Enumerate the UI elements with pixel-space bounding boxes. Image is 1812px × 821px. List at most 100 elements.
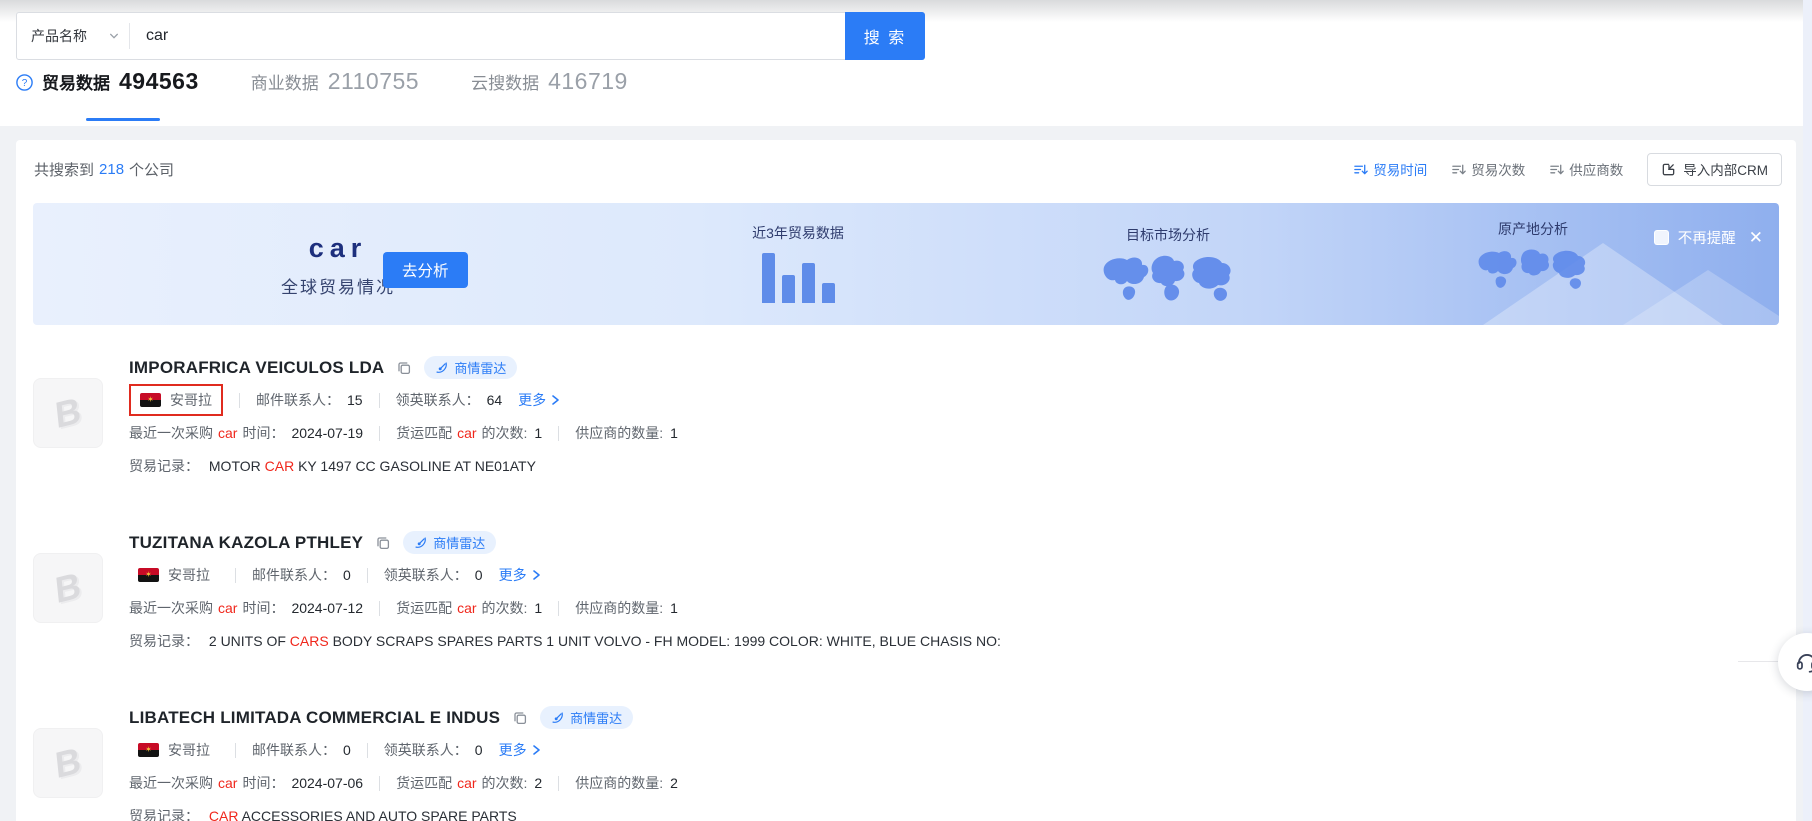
email-contacts-value: 15 xyxy=(347,392,363,408)
divider xyxy=(558,426,559,441)
copy-icon[interactable] xyxy=(512,710,528,726)
record-keyword: CARS xyxy=(290,633,329,649)
sort-icon xyxy=(1451,162,1466,177)
active-tab-underline xyxy=(86,118,160,121)
company-logo-placeholder[interactable]: B xyxy=(33,553,103,623)
country-highlight-box[interactable]: ✶ 安哥拉 xyxy=(129,384,223,416)
headset-icon xyxy=(1794,649,1812,675)
trade-record-text: 2 UNITS OF CARS BODY SCRAPS SPARES PARTS… xyxy=(209,633,1001,649)
last-purchase-label: 最近一次采购 xyxy=(129,598,213,618)
time-label: 时间： xyxy=(242,423,284,443)
linkedin-contacts-label: 领英联系人： xyxy=(384,740,468,760)
company-name[interactable]: IMPORAFRICA VEICULOS LDA xyxy=(129,358,384,378)
sort-trade-count[interactable]: 贸易次数 xyxy=(1451,159,1525,179)
company-logo-placeholder[interactable]: B xyxy=(33,378,103,448)
tab-label: 云搜数据 xyxy=(471,69,539,94)
copy-icon[interactable] xyxy=(375,535,391,551)
email-contacts-label: 邮件联系人： xyxy=(256,390,340,410)
tab-label: 商业数据 xyxy=(251,69,319,94)
supplier-count-value: 1 xyxy=(670,425,678,441)
last-purchase-label: 最近一次采购 xyxy=(129,423,213,443)
keyword-red: car xyxy=(218,600,237,616)
business-radar-badge[interactable]: 商情雷达 xyxy=(540,706,633,729)
match-label: 货运匹配 xyxy=(396,598,452,618)
logo-glyph: B xyxy=(53,564,83,612)
found-suffix: 个公司 xyxy=(129,159,174,180)
record-keyword: CAR xyxy=(265,458,295,474)
more-link[interactable]: 更多 xyxy=(499,740,542,760)
supplier-label: 供应商的数量: xyxy=(575,773,663,793)
banner-close-icon[interactable]: ✕ xyxy=(1749,229,1763,246)
import-icon xyxy=(1661,162,1676,177)
sort-label: 供应商数 xyxy=(1569,159,1623,179)
search-input[interactable] xyxy=(130,13,846,59)
time-label: 时间： xyxy=(242,598,284,618)
more-label: 更多 xyxy=(499,740,527,760)
copy-icon[interactable] xyxy=(396,360,412,376)
dont-remind-checkbox[interactable] xyxy=(1654,230,1669,245)
sort-trade-time[interactable]: 贸易时间 xyxy=(1353,159,1427,179)
search-category-select[interactable]: 产品名称 xyxy=(17,13,129,59)
company-name[interactable]: LIBATECH LIMITADA COMMERCIAL E INDUS xyxy=(129,708,500,728)
chevron-right-icon xyxy=(530,569,542,581)
feature-label: 目标市场分析 xyxy=(1088,225,1248,245)
world-map-icon xyxy=(1474,245,1592,295)
mini-bar xyxy=(802,263,815,303)
divider xyxy=(558,776,559,791)
import-crm-button[interactable]: 导入内部CRM xyxy=(1647,153,1782,186)
company-card-body: TUZITANA KAZOLA PTHLEY 商情雷达 ✶ 安哥拉 xyxy=(129,531,1779,651)
more-link[interactable]: 更多 xyxy=(499,565,542,585)
tab-cloud-search-data[interactable]: 云搜数据 416719 xyxy=(471,68,628,95)
tab-count: 2110755 xyxy=(328,68,419,95)
company-name[interactable]: TUZITANA KAZOLA PTHLEY xyxy=(129,533,363,553)
linkedin-contacts-label: 领英联系人： xyxy=(396,390,480,410)
feature-label: 近3年贸易数据 xyxy=(728,223,868,243)
company-card: B IMPORAFRICA VEICULOS LDA 商情雷达 ✶ 安哥拉 xyxy=(33,328,1779,503)
search-category-label: 产品名称 xyxy=(31,26,87,46)
supplier-count-value: 2 xyxy=(670,775,678,791)
country-box: ✶ 安哥拉 xyxy=(129,736,219,764)
company-logo-placeholder[interactable]: B xyxy=(33,728,103,798)
banner-dismiss: 不再提醒 ✕ xyxy=(1654,227,1763,248)
question-icon[interactable]: ? xyxy=(16,74,33,91)
data-tabs: ? 贸易数据 494563 商业数据 2110755 云搜数据 416719 xyxy=(16,68,628,95)
analyze-button[interactable]: 去分析 xyxy=(383,252,468,288)
feature-origin-analysis: 原产地分析 xyxy=(1458,219,1608,300)
country-box: ✶ 安哥拉 xyxy=(129,561,219,589)
match-suffix-label: 的次数: xyxy=(482,423,528,443)
search-button[interactable]: 搜 索 xyxy=(845,12,925,60)
divider xyxy=(239,393,240,408)
trade-record-label: 贸易记录： xyxy=(129,633,199,649)
last-purchase-label: 最近一次采购 xyxy=(129,773,213,793)
company-card-body: LIBATECH LIMITADA COMMERCIAL E INDUS 商情雷… xyxy=(129,706,1779,821)
country-name: 安哥拉 xyxy=(170,390,212,410)
more-link[interactable]: 更多 xyxy=(518,390,561,410)
found-count: 218 xyxy=(99,161,124,178)
tab-count: 494563 xyxy=(119,68,199,95)
supplier-label: 供应商的数量: xyxy=(575,423,663,443)
country-name: 安哥拉 xyxy=(168,740,210,760)
logo-glyph: B xyxy=(53,389,83,437)
keyword-red: car xyxy=(218,425,237,441)
found-prefix: 共搜索到 xyxy=(34,159,94,180)
last-purchase-date: 2024-07-06 xyxy=(291,775,363,791)
business-radar-badge[interactable]: 商情雷达 xyxy=(424,356,517,379)
supplier-count-value: 1 xyxy=(670,600,678,616)
match-count-value: 1 xyxy=(534,600,542,616)
match-suffix-label: 的次数: xyxy=(482,598,528,618)
radar-badge-label: 商情雷达 xyxy=(570,708,622,727)
tab-business-data[interactable]: 商业数据 2110755 xyxy=(251,68,419,95)
chevron-right-icon xyxy=(549,394,561,406)
divider xyxy=(558,601,559,616)
country-name: 安哥拉 xyxy=(168,565,210,585)
chevron-down-icon xyxy=(109,31,119,41)
keyword-red: car xyxy=(457,600,476,616)
scrollbar-track[interactable] xyxy=(1803,0,1812,821)
trade-record-label: 贸易记录： xyxy=(129,808,199,821)
business-radar-badge[interactable]: 商情雷达 xyxy=(403,531,496,554)
tab-label: 贸易数据 xyxy=(42,69,110,94)
results-panel: 共搜索到 218 个公司 贸易时间 贸易次数 供应商数 导入内部CRM xyxy=(16,140,1796,821)
divider xyxy=(379,601,380,616)
tab-trade-data[interactable]: ? 贸易数据 494563 xyxy=(16,68,199,95)
sort-supplier-count[interactable]: 供应商数 xyxy=(1549,159,1623,179)
